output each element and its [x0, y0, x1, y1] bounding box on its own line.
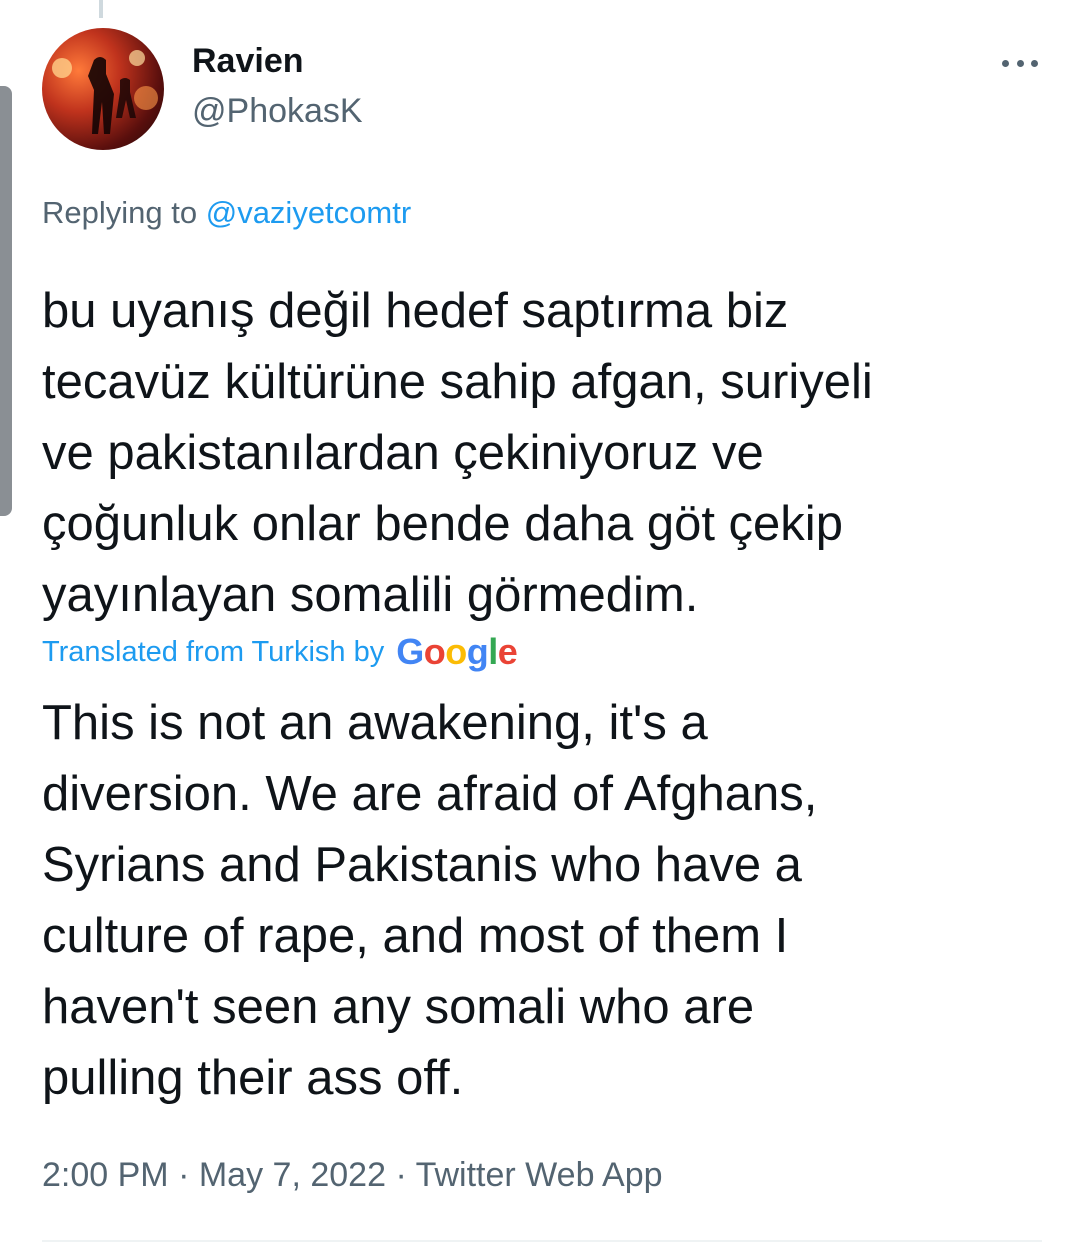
meta-separator: ·: [178, 1156, 190, 1194]
scrollbar[interactable]: [0, 86, 12, 516]
more-horizontal-icon: [1002, 59, 1009, 67]
display-name[interactable]: Ravien: [192, 42, 304, 81]
tweet-metadata: 2:00 PM · May 7, 2022 · Twitter Web App: [42, 1156, 663, 1195]
tweet-time[interactable]: 2:00 PM: [42, 1156, 169, 1194]
reply-context-prefix: Replying to: [42, 195, 198, 230]
tweet-detail-page: Ravien @PhokasK Replying to @vaziyetcomt…: [0, 0, 1080, 1245]
thread-connector-line: [99, 0, 103, 18]
avatar-image: [52, 50, 158, 134]
tweet-header: Ravien @PhokasK: [42, 28, 1042, 152]
more-options-button[interactable]: [998, 48, 1042, 78]
more-horizontal-icon: [1016, 59, 1024, 67]
reply-context: Replying to @vaziyetcomtr: [42, 195, 411, 231]
google-logo-letter: G: [396, 631, 424, 672]
reply-mention-link[interactable]: @vaziyetcomtr: [206, 195, 411, 230]
tweet-source: Twitter Web App: [415, 1156, 663, 1194]
user-handle[interactable]: @PhokasK: [192, 92, 363, 131]
more-horizontal-icon: [1031, 59, 1038, 67]
divider: [42, 1240, 1042, 1242]
translated-text: This is not an awakening, it's a diversi…: [42, 696, 818, 1105]
google-logo-letter: e: [497, 631, 518, 672]
google-logo: Google: [396, 631, 518, 673]
tweet-date[interactable]: May 7, 2022: [199, 1156, 386, 1194]
translation-attribution-label: Translated from Turkish by: [42, 635, 385, 668]
avatar[interactable]: [42, 28, 164, 150]
google-logo-letter: g: [466, 631, 489, 672]
google-logo-letter: o: [445, 631, 467, 672]
google-logo-letter: o: [423, 631, 446, 672]
tweet-text: bu uyanış değil hedef saptırma biz tecav…: [42, 284, 873, 622]
google-logo-letter: l: [488, 631, 498, 672]
translation-attribution[interactable]: Translated from Turkish by Google: [42, 631, 518, 673]
meta-separator: ·: [395, 1156, 407, 1194]
